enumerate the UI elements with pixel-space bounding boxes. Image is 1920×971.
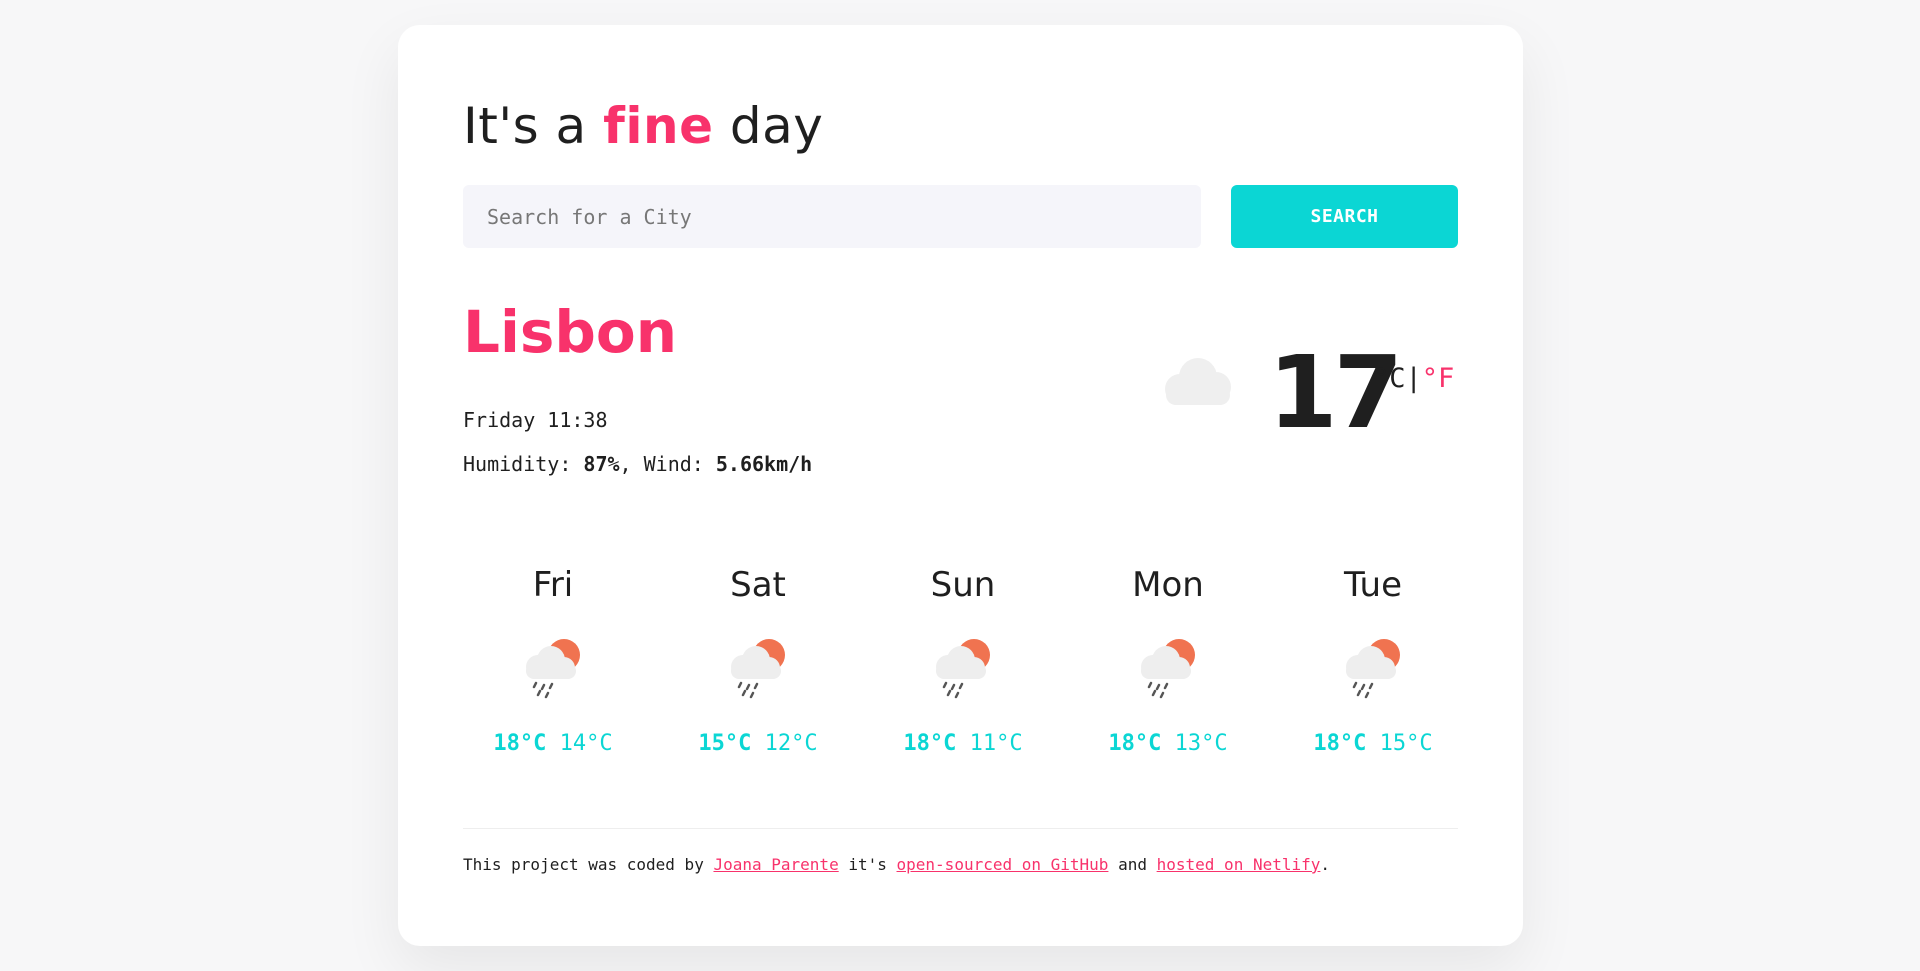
- forecast-min: 11°C: [969, 731, 1023, 756]
- forecast-min: 13°C: [1174, 731, 1228, 756]
- wind-value: 5.66km/h: [715, 452, 813, 476]
- page-title: It's a fine day: [463, 97, 823, 155]
- author-link[interactable]: Joana Parente: [713, 855, 838, 874]
- rain-sun-icon: [1346, 639, 1400, 699]
- forecast-day-name: Mon: [1132, 565, 1204, 605]
- forecast-max: 18°C: [1108, 731, 1162, 756]
- forecast-temps: 18°C 14°C: [463, 731, 643, 756]
- forecast-day: Fri 18°C 14°C: [463, 555, 643, 756]
- title-prefix: It's a: [463, 97, 587, 155]
- unit-separator: |: [1405, 363, 1422, 394]
- forecast-min: 12°C: [764, 731, 818, 756]
- forecast-min: 15°C: [1379, 731, 1433, 756]
- github-link[interactable]: open-sourced on GitHub: [897, 855, 1109, 874]
- title-accent: fine: [603, 97, 714, 155]
- forecast-max: 18°C: [493, 731, 547, 756]
- weather-details: Humidity: 87%, Wind: 5.66km/h: [463, 452, 812, 476]
- forecast-min: 14°C: [559, 731, 613, 756]
- cloud-icon: [1165, 358, 1231, 405]
- forecast-max: 18°C: [1313, 731, 1367, 756]
- forecast-day: Sun 18°C 11°C: [873, 555, 1053, 756]
- forecast-day: Tue 18°C 15°C: [1283, 555, 1463, 756]
- netlify-link[interactable]: hosted on Netlify: [1157, 855, 1321, 874]
- rain-sun-icon: [731, 639, 785, 699]
- city-name: Lisbon: [463, 298, 678, 366]
- forecast-day: Sat 15°C 12°C: [668, 555, 848, 756]
- search-form: SEARCH: [463, 185, 1458, 248]
- forecast-temps: 15°C 12°C: [668, 731, 848, 756]
- rain-sun-icon: [1141, 639, 1195, 699]
- forecast: Fri 18°C 14°C Sat 15°C 12°C Sun 18°C 11°…: [463, 555, 1458, 775]
- forecast-day-name: Fri: [532, 565, 574, 605]
- forecast-day: Mon 18°C 13°C: [1078, 555, 1258, 756]
- footer-text: and: [1118, 855, 1147, 874]
- forecast-temps: 18°C 13°C: [1078, 731, 1258, 756]
- rain-sun-icon: [526, 639, 580, 699]
- forecast-day-name: Tue: [1343, 565, 1403, 605]
- search-button[interactable]: SEARCH: [1231, 185, 1458, 248]
- footer-text: This project was coded by: [463, 855, 704, 874]
- forecast-max: 18°C: [903, 731, 957, 756]
- search-input[interactable]: [463, 185, 1201, 248]
- humidity-label: Humidity:: [463, 452, 572, 476]
- forecast-day-name: Sun: [930, 565, 996, 605]
- forecast-day-name: Sat: [730, 565, 786, 605]
- footer: This project was coded by Joana Parente …: [463, 855, 1330, 874]
- rain-sun-icon: [936, 639, 990, 699]
- current-datetime: Friday 11:38: [463, 408, 608, 432]
- forecast-temps: 18°C 11°C: [873, 731, 1053, 756]
- title-suffix: day: [729, 97, 824, 155]
- wind-label: , Wind:: [619, 452, 704, 476]
- weather-card: It's a fine day SEARCH Lisbon Friday 11:…: [398, 25, 1523, 946]
- footer-divider: [463, 828, 1458, 829]
- celsius-unit[interactable]: °C: [1373, 363, 1406, 394]
- forecast-max: 15°C: [698, 731, 752, 756]
- forecast-temps: 18°C 15°C: [1283, 731, 1463, 756]
- footer-text: .: [1320, 855, 1331, 874]
- footer-text: it's: [848, 855, 887, 874]
- unit-switch: °C|°F: [1373, 363, 1454, 394]
- humidity-value: 87%: [583, 452, 620, 476]
- fahrenheit-link[interactable]: °F: [1422, 363, 1455, 394]
